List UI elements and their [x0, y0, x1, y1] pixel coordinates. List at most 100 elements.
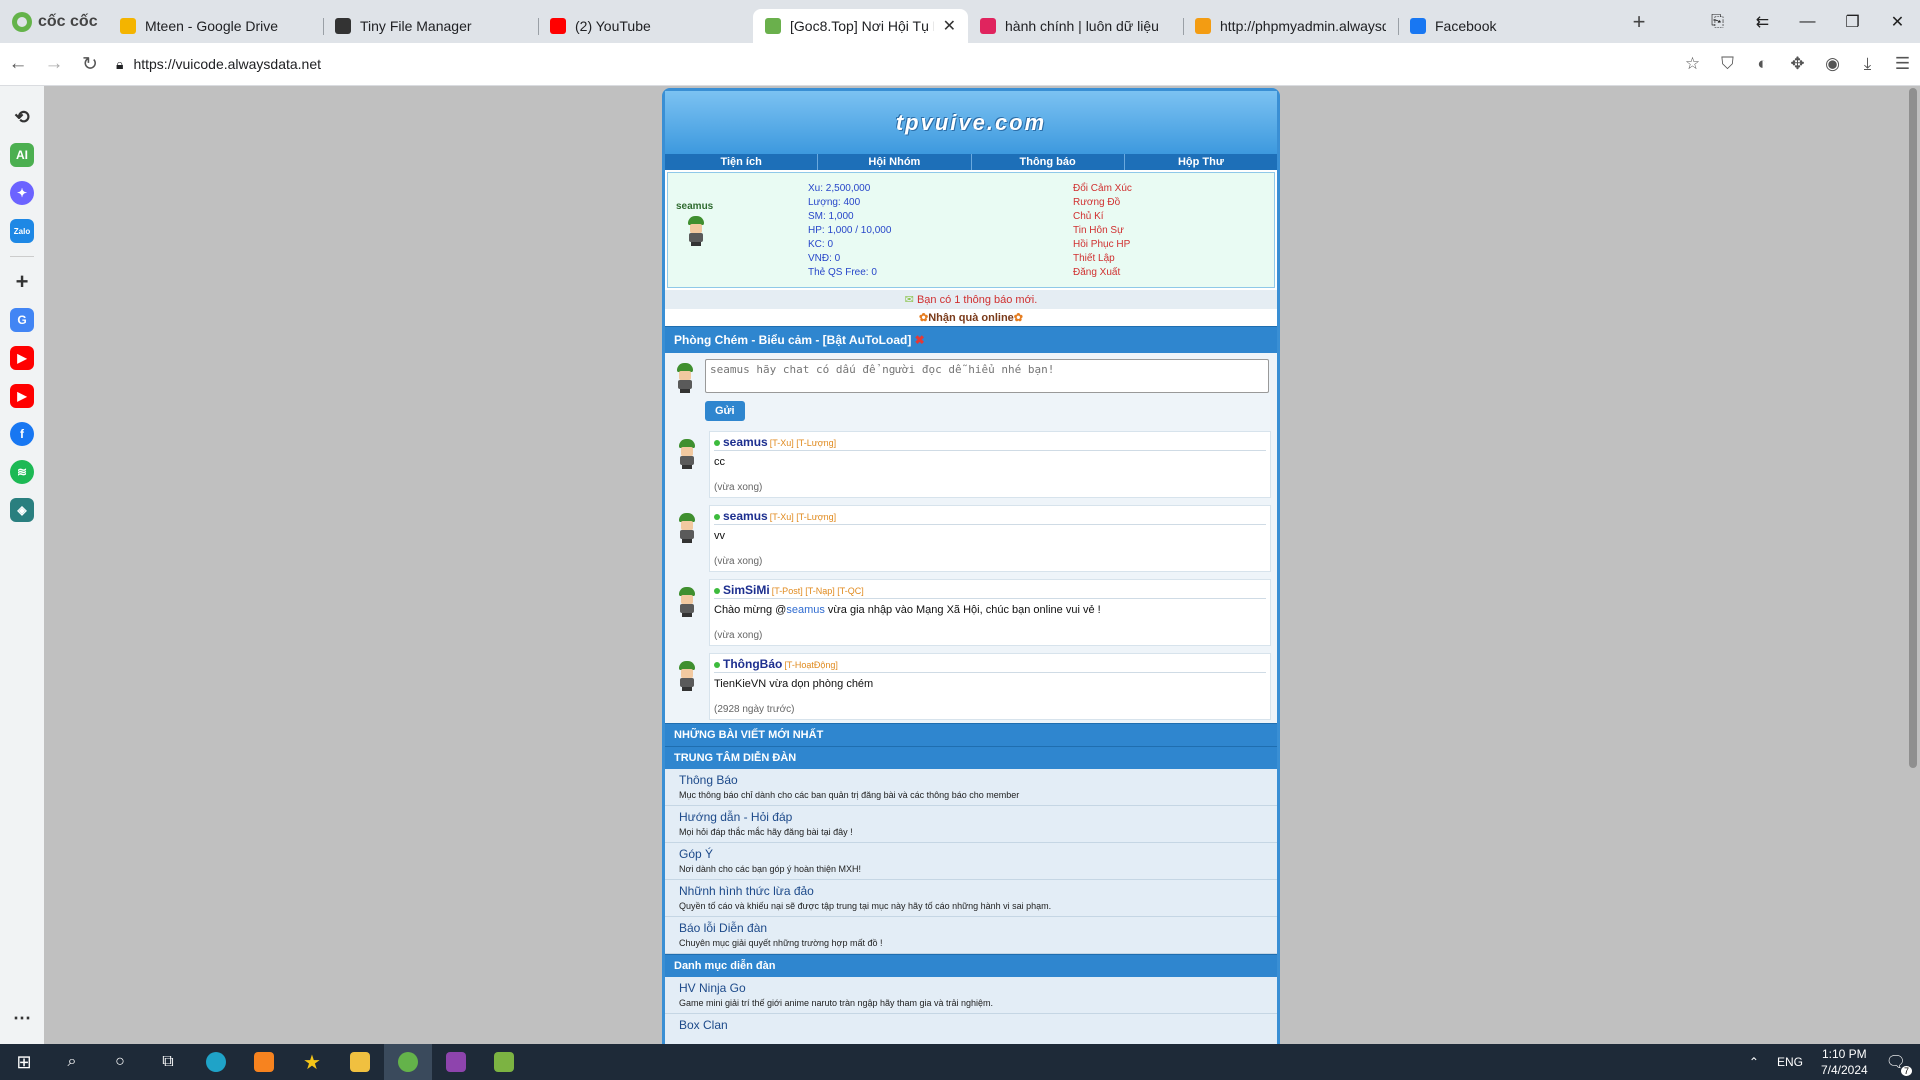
- site-nav-item[interactable]: Hộp Thư: [1125, 154, 1277, 170]
- language-indicator[interactable]: ENG: [1777, 1055, 1803, 1069]
- browser-tab[interactable]: hành chính | luôn dữ liệu: [968, 9, 1183, 43]
- message-author[interactable]: seamus: [723, 435, 768, 449]
- forum-row[interactable]: Báo lỗi Diễn đàn Chuyên mục giải quyết nh…: [665, 917, 1277, 954]
- profile-icon[interactable]: ◉: [1815, 54, 1850, 74]
- forum-title[interactable]: Góp Ý: [679, 847, 1263, 861]
- messenger-icon[interactable]: ✦: [10, 181, 34, 205]
- username[interactable]: seamus: [676, 201, 808, 212]
- ai-icon[interactable]: AI: [10, 143, 34, 167]
- message-author[interactable]: seamus: [723, 509, 768, 523]
- minimize-button[interactable]: —: [1785, 13, 1830, 31]
- youtube-icon[interactable]: ▶: [10, 346, 34, 370]
- file-explorer-icon[interactable]: [336, 1044, 384, 1080]
- user-link[interactable]: Chủ Kí: [1073, 210, 1132, 224]
- forum-title[interactable]: Nhữnh hình thức lừa đảo: [679, 884, 1263, 898]
- message-badges[interactable]: [T-HoạtĐộng]: [784, 660, 838, 670]
- user-link[interactable]: Tin Hôn Sự: [1073, 224, 1132, 238]
- forum-row[interactable]: Thông Báo Mục thông báo chỉ dành cho các …: [665, 769, 1277, 806]
- restore-button[interactable]: ❐: [1830, 12, 1875, 32]
- notification-banner[interactable]: ✉ Bạn có 1 thông báo mới.: [665, 290, 1277, 309]
- site-nav-item[interactable]: Hội Nhóm: [818, 154, 972, 170]
- message-badges[interactable]: [T-Post] [T-Nạp] [T-QC]: [772, 586, 864, 596]
- user-link[interactable]: Hồi Phục HP: [1073, 238, 1132, 252]
- browser-tab[interactable]: Tiny File Manager: [323, 9, 538, 43]
- url-text[interactable]: https://vuicode.alwaysdata.net: [133, 56, 321, 72]
- incognito-icon[interactable]: ◐: [1745, 54, 1780, 74]
- task-view-icon[interactable]: ⧉: [144, 1044, 192, 1080]
- browser-tab[interactable]: Mteen - Google Drive: [108, 9, 323, 43]
- mention-link[interactable]: seamus: [786, 604, 825, 616]
- forum-row[interactable]: Góp Ý Nơi dành cho các bạn góp ý hoàn thi…: [665, 843, 1277, 880]
- menu-icon[interactable]: ☰: [1885, 54, 1920, 74]
- xampp-icon[interactable]: [240, 1044, 288, 1080]
- site-nav-item[interactable]: Tiện ích: [665, 154, 819, 170]
- site-nav-item[interactable]: Thông báo: [972, 154, 1125, 170]
- user-link[interactable]: Đăng Xuất: [1073, 266, 1132, 280]
- zalo-icon[interactable]: Zalo: [10, 219, 34, 243]
- user-link[interactable]: Thiết Lập: [1073, 252, 1132, 266]
- back-history-icon[interactable]: ⇇: [1740, 12, 1785, 32]
- chevron-up-icon[interactable]: ⌃: [1749, 1055, 1759, 1069]
- shield-icon[interactable]: ⛉: [1710, 54, 1745, 74]
- notepad-plus-icon[interactable]: [480, 1044, 528, 1080]
- browser-tab[interactable]: http://phpmyadmin.alwaysdat: [1183, 9, 1398, 43]
- user-link[interactable]: Rương Đồ: [1073, 196, 1132, 210]
- cortana-icon[interactable]: ○: [96, 1044, 144, 1080]
- forum-title[interactable]: Box Clan: [679, 1018, 1263, 1032]
- latest-posts-header[interactable]: NHỮNG BÀI VIẾT MỚI NHẤT: [665, 723, 1277, 746]
- notification-text[interactable]: Bạn có 1 thông báo mới.: [917, 294, 1037, 306]
- screenshot-icon[interactable]: ⎘: [1695, 13, 1740, 31]
- online-gift-link[interactable]: ✿Nhận quà online✿: [665, 309, 1277, 326]
- extensions-icon[interactable]: ✥: [1780, 54, 1815, 74]
- download-icon[interactable]: ⤓: [1850, 54, 1885, 74]
- close-icon[interactable]: ✖: [915, 333, 925, 347]
- star-app-icon[interactable]: ★: [288, 1044, 336, 1080]
- spotify-icon[interactable]: ≋: [10, 460, 34, 484]
- new-tab-button[interactable]: +: [1621, 9, 1657, 35]
- coccoc-brand[interactable]: cốc cốc: [0, 11, 108, 32]
- forum-row[interactable]: Nhữnh hình thức lừa đảo Quyền tố cáo và k…: [665, 880, 1277, 917]
- page-scrollbar[interactable]: [1909, 88, 1917, 768]
- add-icon[interactable]: +: [10, 269, 34, 294]
- history-icon[interactable]: ⟲: [10, 105, 34, 129]
- close-window-button[interactable]: ✕: [1875, 12, 1920, 32]
- gift-text[interactable]: Nhận quà online: [928, 312, 1014, 324]
- browser-tab[interactable]: [Goc8.Top] Nơi Hội Tụ Nh ✕: [753, 9, 968, 43]
- clock[interactable]: 1:10 PM 7/4/2024: [1821, 1046, 1868, 1078]
- forum-title[interactable]: Thông Báo: [679, 773, 1263, 787]
- translate-icon[interactable]: G: [10, 308, 34, 332]
- message-author[interactable]: SimSiMi: [723, 583, 770, 597]
- forum-row[interactable]: HV Ninja Go Game mini giải trí thế giới a…: [665, 977, 1277, 1014]
- browser-tab[interactable]: Facebook: [1398, 9, 1613, 43]
- winrar-icon[interactable]: [432, 1044, 480, 1080]
- message-author[interactable]: ThôngBáo: [723, 657, 782, 671]
- windows-start-icon[interactable]: ⊞: [0, 1044, 48, 1080]
- message-badges[interactable]: [T-Xu] [T-Lượng]: [770, 438, 836, 448]
- address-bar[interactable]: 🔒︎ https://vuicode.alwaysdata.net: [116, 48, 1675, 80]
- forum-title[interactable]: HV Ninja Go: [679, 981, 1263, 995]
- forum-title[interactable]: Báo lỗi Diễn đàn: [679, 921, 1263, 935]
- edge-icon[interactable]: [192, 1044, 240, 1080]
- coccoc-taskbar-icon[interactable]: [384, 1044, 432, 1080]
- tab-close-icon[interactable]: ✕: [943, 16, 956, 36]
- message-badges[interactable]: [T-Xu] [T-Lượng]: [770, 512, 836, 522]
- forum-row[interactable]: Box Clan: [665, 1014, 1277, 1044]
- forum-title[interactable]: Hướng dẫn - Hỏi đáp: [679, 810, 1263, 824]
- notification-center-icon[interactable]: 🗨︎ 7: [1886, 1052, 1912, 1076]
- search-icon[interactable]: ⌕: [48, 1044, 96, 1080]
- chat-title[interactable]: Phòng Chém - Biểu cảm - [Bật AuToLoad]: [674, 333, 911, 347]
- facebook-icon[interactable]: f: [10, 422, 34, 446]
- forum-row[interactable]: Hướng dẫn - Hỏi đáp Mọi hỏi đáp thắc mắc …: [665, 806, 1277, 843]
- more-icon[interactable]: ⋯: [10, 1006, 34, 1030]
- send-button[interactable]: Gửi: [705, 401, 745, 421]
- bookmark-star-icon[interactable]: ☆: [1675, 54, 1710, 74]
- chat-input[interactable]: [705, 359, 1269, 393]
- youtube-icon[interactable]: ▶: [10, 384, 34, 408]
- browser-tab[interactable]: (2) YouTube: [538, 9, 753, 43]
- reload-button[interactable]: ↻: [72, 53, 108, 76]
- site-logo[interactable]: tpvuive.com: [896, 110, 1046, 136]
- user-link[interactable]: Đổi Cảm Xúc: [1073, 182, 1132, 196]
- game-icon[interactable]: ◈: [10, 498, 34, 522]
- back-button[interactable]: ←: [0, 53, 36, 75]
- forward-button[interactable]: →: [36, 53, 72, 75]
